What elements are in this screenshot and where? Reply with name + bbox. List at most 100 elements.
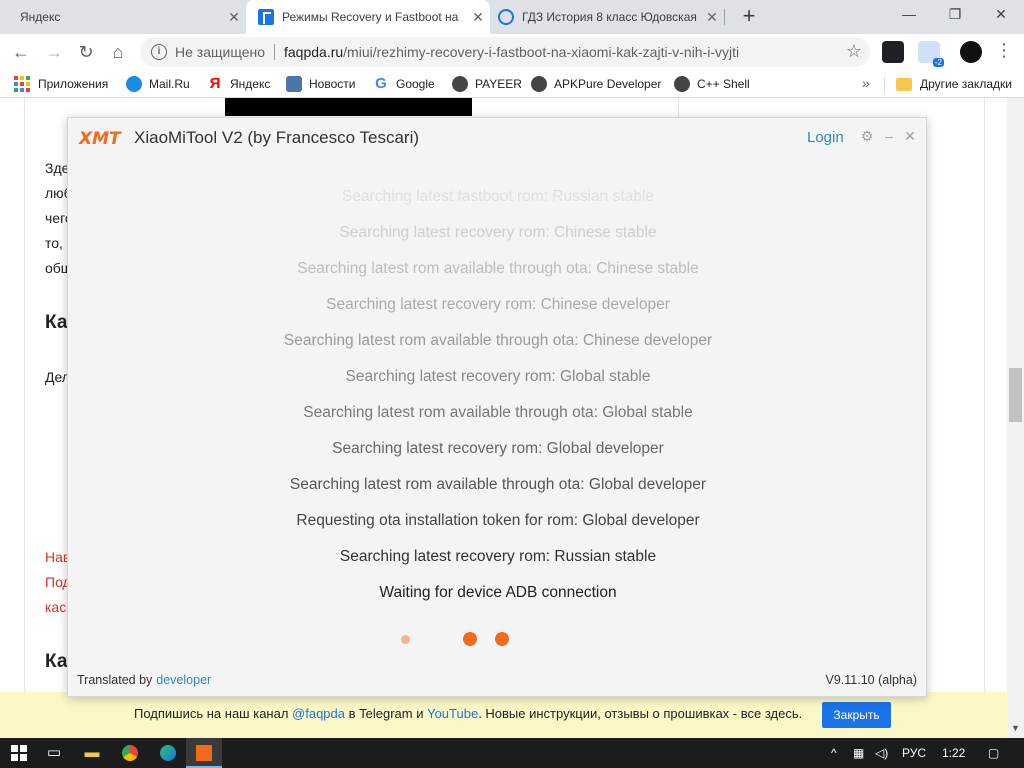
tab-title: Яндекс bbox=[20, 10, 61, 24]
banner-text-part: Подпишись на наш канал bbox=[134, 706, 293, 721]
bookmark-yandex[interactable]: Я Яндекс bbox=[207, 75, 271, 93]
xmt-app-icon bbox=[196, 745, 212, 762]
file-explorer-icon[interactable]: ▬ bbox=[74, 738, 110, 768]
bookmark-label: Другие закладки bbox=[920, 77, 1012, 91]
version-label: V9.11.10 (alpha) bbox=[825, 673, 918, 687]
close-window-button[interactable]: ✕ bbox=[978, 0, 1024, 30]
bookmark-label: C++ Shell bbox=[697, 77, 750, 91]
edge-icon[interactable] bbox=[150, 738, 186, 768]
scroll-down-arrow-icon[interactable]: ▼ bbox=[1007, 720, 1024, 736]
tab-title: ГДЗ История 8 класс Юдовская bbox=[522, 10, 697, 24]
telegram-channel-link[interactable]: @faqpda bbox=[292, 706, 345, 721]
scrollbar-thumb[interactable] bbox=[1009, 368, 1022, 422]
xiaomitool-taskbar-icon[interactable] bbox=[186, 738, 222, 768]
article-heading: Ка bbox=[45, 312, 68, 333]
menu-icon[interactable]: ⋮ bbox=[994, 40, 1014, 61]
log-line: Searching latest recovery rom: Global st… bbox=[345, 368, 651, 385]
chrome-logo bbox=[122, 745, 138, 762]
divider bbox=[984, 98, 985, 738]
youtube-link[interactable]: YouTube bbox=[427, 706, 478, 721]
weather-extension-icon[interactable]: -2 bbox=[918, 41, 944, 67]
url-host[interactable]: faqpda.ru bbox=[284, 44, 343, 60]
tab-gdz[interactable]: ГДЗ История 8 класс Юдовская ✕ bbox=[490, 0, 724, 34]
minimize-icon[interactable]: – bbox=[881, 128, 897, 146]
clock[interactable]: 1:22 bbox=[942, 746, 965, 760]
xiaomitool-window: XMT XiaoMiTool V2 (by Francesco Tescari)… bbox=[67, 117, 927, 697]
cppshell-icon bbox=[674, 76, 690, 92]
security-label[interactable]: Не защищено bbox=[175, 44, 265, 60]
chrome-icon[interactable] bbox=[112, 738, 148, 768]
tab-divider bbox=[724, 9, 725, 25]
article-text: Зде bbox=[45, 160, 70, 176]
log-line: Searching latest recovery rom: Global de… bbox=[332, 440, 664, 457]
log-line: Requesting ota installation token for ro… bbox=[296, 512, 700, 529]
faqpda-favicon-icon bbox=[258, 9, 274, 25]
bookmark-google[interactable]: G Google bbox=[373, 75, 435, 93]
task-view-icon[interactable]: ▭ bbox=[36, 738, 72, 768]
extension-icon[interactable] bbox=[882, 41, 904, 63]
bookmark-cppshell[interactable]: C++ Shell bbox=[674, 75, 750, 93]
bookmark-apps[interactable]: Приложения bbox=[14, 75, 108, 93]
bookmarks-bar: Приложения Mail.Ru Я Яндекс Новости G Go… bbox=[0, 70, 1024, 98]
banner-text-part: в Telegram и bbox=[345, 706, 428, 721]
tab-yandex[interactable]: Яндекс ✕ bbox=[0, 0, 246, 34]
developer-link[interactable]: developer bbox=[156, 673, 211, 687]
apps-grid-icon bbox=[14, 76, 30, 92]
tab-strip: Яндекс ✕ Режимы Recovery и Fastboot на ✕… bbox=[0, 0, 1024, 34]
video-embed[interactable] bbox=[225, 98, 472, 116]
translation-credit: Translated by developer bbox=[77, 673, 211, 687]
windows-taskbar: ▭ ▬ ^ ▦ ◁) РУС 1:22 ▢ bbox=[0, 738, 1024, 768]
loading-dot bbox=[463, 632, 477, 646]
log-line: Searching latest rom available through o… bbox=[289, 476, 707, 493]
bookmark-label: Mail.Ru bbox=[149, 77, 190, 91]
start-windows-icon[interactable] bbox=[11, 745, 27, 761]
forward-button[interactable]: → bbox=[40, 38, 68, 66]
close-icon[interactable]: ✕ bbox=[222, 9, 246, 26]
close-icon[interactable]: ✕ bbox=[700, 9, 724, 26]
bookmark-star-icon[interactable]: ☆ bbox=[846, 41, 862, 62]
notifications-icon[interactable]: ▢ bbox=[988, 746, 999, 760]
volume-icon[interactable]: ◁) bbox=[875, 746, 888, 760]
close-icon[interactable]: ✕ bbox=[902, 128, 918, 146]
log-line: Waiting for device ADB connection bbox=[379, 584, 617, 601]
network-icon[interactable]: ▦ bbox=[853, 746, 864, 760]
tab-faqpda[interactable]: Режимы Recovery и Fastboot на ✕ bbox=[246, 0, 490, 34]
article-heading: Ка bbox=[45, 651, 68, 672]
log-line: Searching latest rom available through o… bbox=[283, 332, 713, 349]
bookmark-payeer[interactable]: PAYEER bbox=[452, 75, 522, 93]
info-icon[interactable]: i bbox=[151, 44, 167, 60]
reload-button[interactable]: ↻ bbox=[72, 38, 100, 66]
close-banner-button[interactable]: Закрыть bbox=[822, 702, 891, 728]
bookmark-news[interactable]: Новости bbox=[286, 75, 355, 93]
divider bbox=[24, 98, 25, 738]
url-path[interactable]: /miui/rezhimy-recovery-i-fastboot-na-xia… bbox=[343, 44, 739, 60]
article-link[interactable]: кас bbox=[45, 599, 66, 615]
extension-badge: -2 bbox=[932, 58, 944, 67]
log-line: Searching latest rom available through o… bbox=[303, 404, 693, 421]
home-button[interactable]: ⌂ bbox=[104, 38, 132, 66]
restore-button[interactable]: ❐ bbox=[932, 0, 978, 30]
minimize-button[interactable]: — bbox=[886, 0, 932, 30]
profile-avatar[interactable] bbox=[960, 41, 982, 63]
login-link[interactable]: Login bbox=[807, 129, 844, 146]
gear-icon[interactable]: ⚙ bbox=[859, 128, 875, 146]
new-tab-button[interactable]: + bbox=[736, 4, 762, 30]
address-bar[interactable]: i Не защищено faqpda.ru /miui/rezhimy-re… bbox=[140, 37, 870, 67]
bookmark-label: APKPure Developer bbox=[554, 77, 662, 91]
yandex-icon: Я bbox=[209, 75, 221, 92]
bookmark-other[interactable]: Другие закладки bbox=[896, 75, 1012, 93]
bookmark-apkpure[interactable]: APKPure Developer bbox=[531, 75, 661, 93]
bookmark-mailru[interactable]: Mail.Ru bbox=[126, 75, 190, 93]
log-line: Searching latest recovery rom: Russian s… bbox=[339, 548, 657, 565]
language-indicator[interactable]: РУС bbox=[902, 746, 926, 760]
chevron-up-icon[interactable]: ^ bbox=[831, 746, 837, 760]
article-text: то, bbox=[45, 235, 63, 251]
back-button[interactable]: ← bbox=[7, 38, 35, 66]
close-icon[interactable]: ✕ bbox=[466, 9, 490, 26]
gdz-favicon-icon bbox=[498, 9, 514, 25]
log-line: Searching latest rom available through o… bbox=[297, 260, 699, 277]
payeer-icon bbox=[452, 76, 468, 92]
google-icon: G bbox=[375, 75, 387, 92]
log-line: Searching latest recovery rom: Chinese s… bbox=[339, 224, 657, 241]
chevron-right-icon[interactable]: » bbox=[862, 75, 870, 91]
